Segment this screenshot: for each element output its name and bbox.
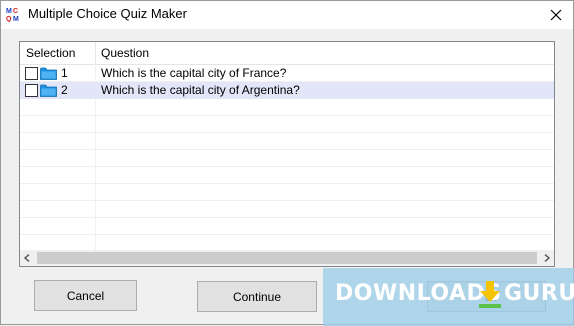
continue-button[interactable]: Continue [197,281,317,312]
grid-line [20,132,554,133]
list-header: Selection Question [20,42,554,65]
row-checkbox[interactable] [25,67,38,80]
column-header-selection[interactable]: Selection [20,42,96,64]
list-item[interactable]: 2 Which is the capital city of Argentina… [20,82,554,99]
folder-icon [40,67,57,80]
mcqm-logo-icon: M C Q M [6,6,22,22]
grid-line [20,200,554,201]
grid-line [20,217,554,218]
svg-text:M: M [6,8,12,15]
watermark-text-right: GURU [504,281,574,306]
horizontal-scrollbar[interactable] [20,250,554,266]
list-item[interactable]: 1 Which is the capital city of France? [20,65,554,82]
question-number: 1 [61,66,68,80]
row-checkbox[interactable] [25,84,38,97]
grid-line [20,115,554,116]
grid-line [20,234,554,235]
question-text: Which is the capital city of France? [101,66,287,80]
grid-line [20,166,554,167]
chevron-left-icon[interactable] [23,254,31,262]
question-text: Which is the capital city of Argentina? [101,83,300,97]
close-button[interactable] [545,4,567,26]
app-window: M C Q M Multiple Choice Quiz Maker Selec… [0,0,574,326]
svg-text:Q: Q [6,16,12,22]
grid-line [20,183,554,184]
list-body: 1 Which is the capital city of France? 2… [20,64,554,250]
close-icon [550,9,562,21]
watermark-banner: DOWNLOADS GURU [323,268,574,326]
grid-line [20,149,554,150]
title-bar[interactable]: M C Q M Multiple Choice Quiz Maker [1,1,573,29]
download-arrow-icon [479,281,501,308]
chevron-right-icon[interactable] [543,254,551,262]
svg-text:C: C [13,8,18,15]
scrollbar-thumb[interactable] [37,252,537,264]
window-title: Multiple Choice Quiz Maker [28,6,187,21]
question-number: 2 [61,83,68,97]
folder-icon [40,84,57,97]
question-list[interactable]: Selection Question 1 Which is the capita… [19,41,555,267]
column-header-question[interactable]: Question [96,42,554,64]
svg-text:M: M [13,16,19,22]
cancel-button[interactable]: Cancel [34,280,137,311]
